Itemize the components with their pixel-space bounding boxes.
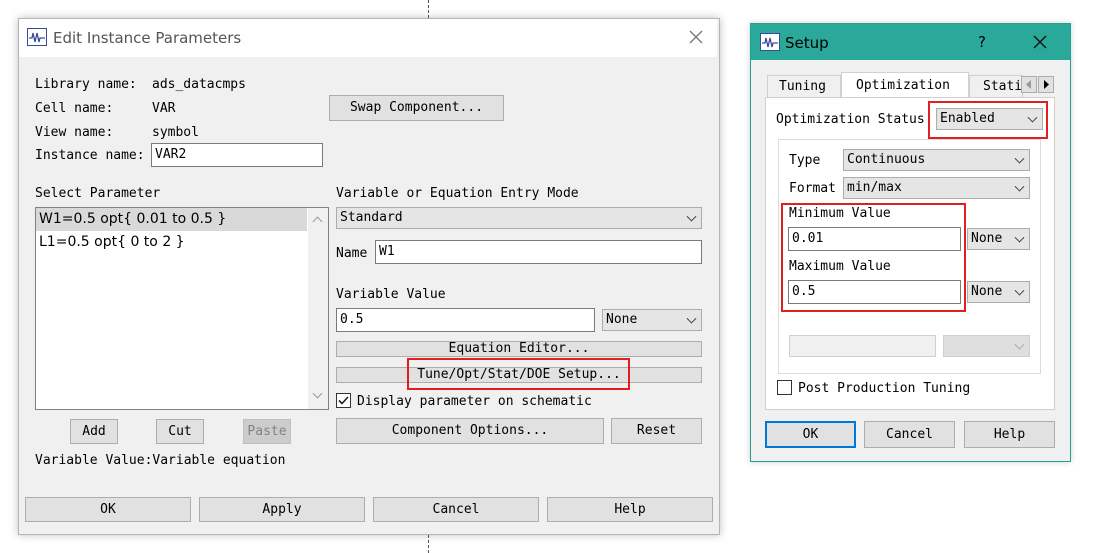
- apply-button[interactable]: Apply: [199, 497, 365, 522]
- help-icon[interactable]: ?: [978, 33, 986, 51]
- cut-button[interactable]: Cut: [156, 419, 204, 444]
- chevron-down-icon: [686, 313, 697, 324]
- tab-scroll-left-button[interactable]: [1021, 76, 1037, 93]
- schematic-app-icon: [760, 33, 780, 51]
- format-value: min/max: [847, 180, 902, 195]
- library-name-label: Library name:: [35, 77, 137, 92]
- component-options-button[interactable]: Component Options...: [336, 418, 604, 444]
- unit-select[interactable]: None: [602, 309, 702, 331]
- format-label: Format: [789, 181, 836, 196]
- cell-name-value: VAR: [152, 101, 176, 116]
- chevron-down-icon: [686, 211, 697, 222]
- tab-statistics-label: Stati: [983, 79, 1023, 94]
- paste-button[interactable]: Paste: [243, 419, 291, 444]
- name-label: Name: [336, 246, 368, 261]
- minimum-unit-select[interactable]: None: [967, 228, 1030, 250]
- tab-scroll-right-button[interactable]: [1038, 76, 1054, 93]
- parameter-list-scrollbar[interactable]: [308, 208, 328, 409]
- chevron-down-icon: [1014, 153, 1025, 164]
- view-name-label: View name:: [35, 125, 114, 140]
- schematic-app-icon: [27, 28, 47, 46]
- instance-name-label: Instance name:: [35, 148, 145, 163]
- equation-editor-button[interactable]: Equation Editor...: [336, 341, 702, 357]
- parameter-item-l1[interactable]: L1=0.5 opt{ 0 to 2 }: [39, 234, 185, 250]
- reset-button[interactable]: Reset: [611, 418, 702, 444]
- tab-tuning[interactable]: Tuning: [767, 75, 841, 97]
- post-production-tuning-label: Post Production Tuning: [798, 381, 971, 396]
- tab-tuning-label: Tuning: [779, 79, 826, 94]
- minimum-unit-value: None: [971, 231, 1003, 246]
- entry-mode-value: Standard: [340, 210, 403, 225]
- optimization-status-highlight: [928, 101, 1048, 139]
- cell-name-label: Cell name:: [35, 101, 114, 116]
- chevron-down-icon: [1014, 285, 1025, 296]
- view-name-value: symbol: [152, 125, 199, 140]
- edit-dialog-title: Edit Instance Parameters: [53, 29, 242, 47]
- cancel-button[interactable]: Cancel: [373, 497, 539, 522]
- format-select[interactable]: min/max: [843, 177, 1030, 199]
- maximum-unit-select[interactable]: None: [967, 281, 1030, 303]
- chevron-right-icon: [1044, 80, 1049, 89]
- parameter-item-w1[interactable]: W1=0.5 opt{ 0.01 to 0.5 }: [39, 211, 226, 227]
- library-name-value: ads_datacmps: [152, 77, 246, 92]
- close-icon[interactable]: [689, 30, 703, 44]
- help-button[interactable]: Help: [547, 497, 713, 522]
- maximum-unit-value: None: [971, 284, 1003, 299]
- setup-cancel-button[interactable]: Cancel: [864, 421, 955, 448]
- select-parameter-label: Select Parameter: [35, 186, 161, 201]
- variable-value-input[interactable]: 0.5: [336, 308, 595, 332]
- setup-help-button[interactable]: Help: [964, 421, 1055, 448]
- tab-statistics[interactable]: Stati: [969, 75, 1023, 97]
- post-production-tuning-checkbox[interactable]: [777, 380, 792, 395]
- instance-name-input[interactable]: VAR2: [151, 143, 323, 167]
- entry-mode-label: Variable or Equation Entry Mode: [336, 186, 579, 201]
- swap-component-button[interactable]: Swap Component...: [329, 95, 504, 121]
- tune-opt-highlight: [407, 358, 630, 390]
- entry-mode-select[interactable]: Standard: [336, 207, 702, 229]
- tab-optimization[interactable]: Optimization: [841, 72, 969, 98]
- display-parameter-checkbox[interactable]: [336, 393, 351, 408]
- optimization-status-label: Optimization Status: [776, 112, 925, 127]
- type-select[interactable]: Continuous: [843, 149, 1030, 171]
- tab-optimization-label: Optimization: [856, 78, 950, 93]
- disabled-input: [789, 335, 936, 357]
- unit-value: None: [606, 312, 638, 327]
- close-icon[interactable]: [1033, 35, 1047, 49]
- type-label: Type: [789, 153, 821, 168]
- variable-value-label: Variable Value: [336, 287, 446, 302]
- add-button[interactable]: Add: [70, 419, 118, 444]
- name-input[interactable]: W1: [375, 240, 702, 264]
- disabled-select: [943, 335, 1030, 357]
- checkmark-icon: [338, 396, 349, 405]
- display-parameter-label: Display parameter on schematic: [357, 394, 592, 409]
- setup-ok-button[interactable]: OK: [765, 421, 856, 448]
- chevron-left-icon: [1026, 80, 1031, 89]
- chevron-down-icon: [1014, 232, 1025, 243]
- setup-dialog-title: Setup: [785, 34, 829, 52]
- chevron-down-icon: [1014, 181, 1025, 192]
- type-value: Continuous: [847, 152, 926, 167]
- ok-button[interactable]: OK: [25, 497, 191, 522]
- chevron-down-icon: [1014, 339, 1025, 350]
- variable-value-status: Variable Value:Variable equation: [35, 453, 286, 468]
- min-max-highlight: [781, 203, 966, 312]
